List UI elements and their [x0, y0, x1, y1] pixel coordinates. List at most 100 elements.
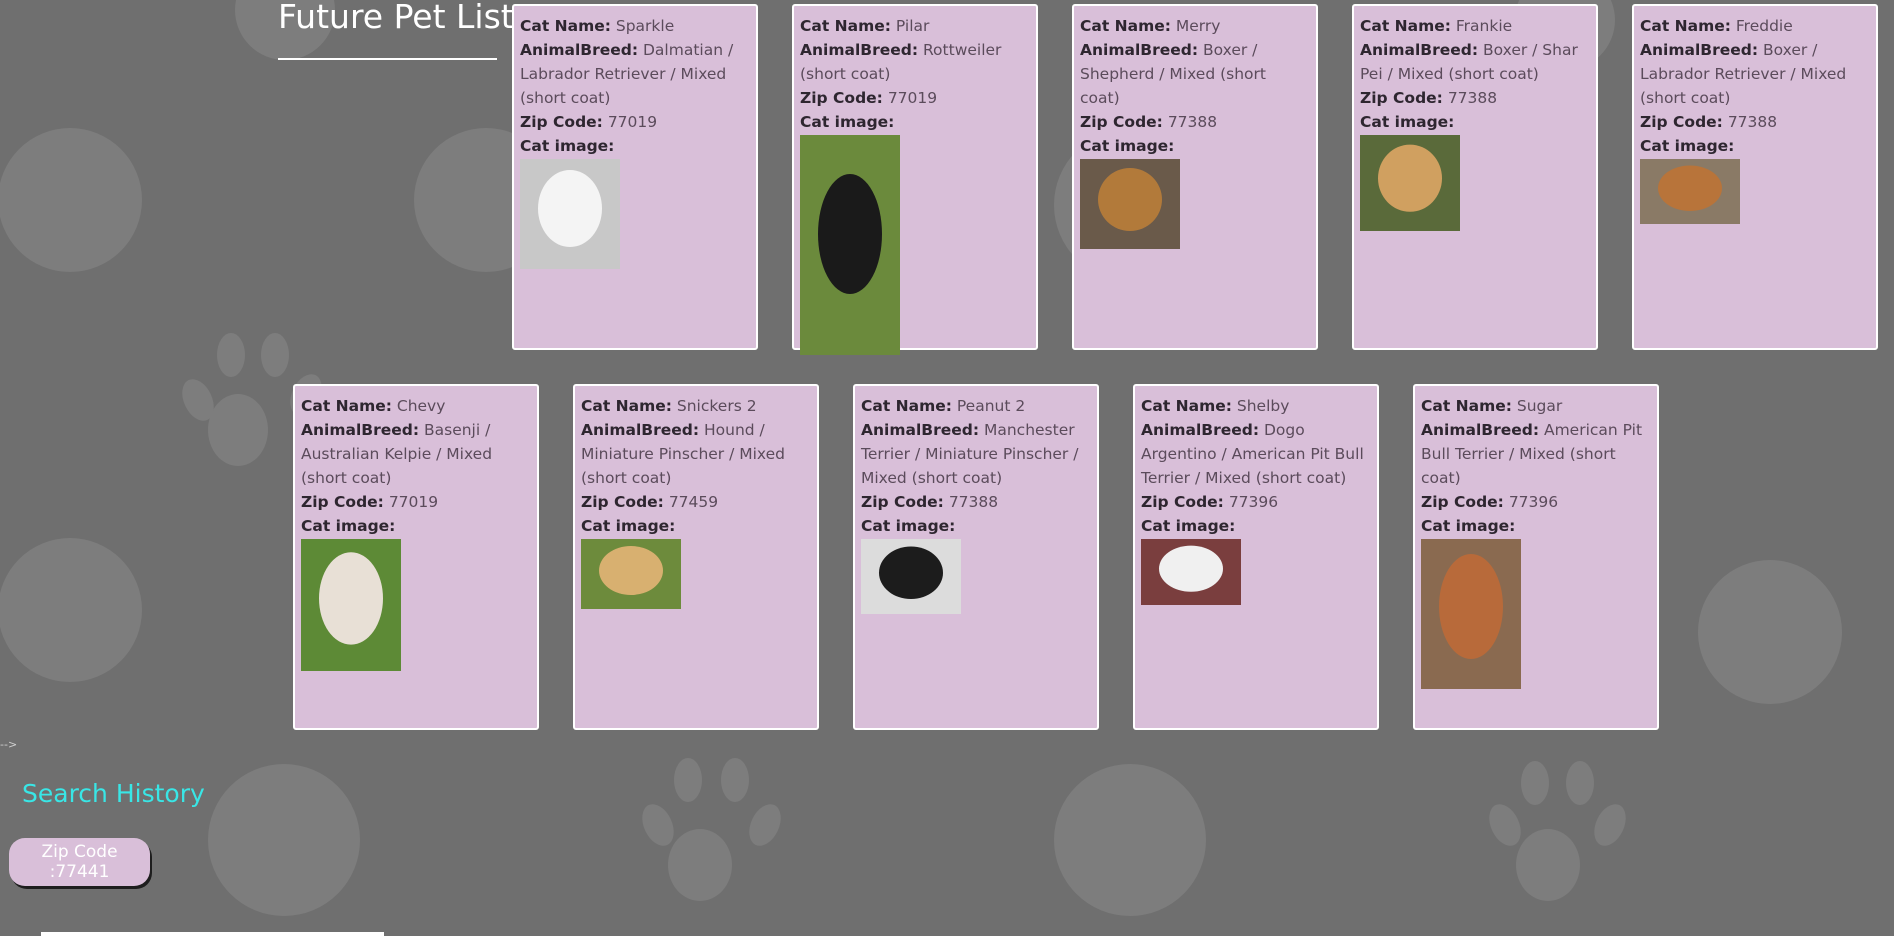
pet-zip-value: 77396	[1228, 493, 1279, 511]
pet-zip-value: 77396	[1508, 493, 1559, 511]
pet-image-row: Cat image:	[1640, 134, 1870, 158]
pet-name-value: Pilar	[895, 17, 930, 35]
pet-name: Cat Name: Sugar	[1421, 394, 1651, 418]
pet-name: Cat Name: Peanut 2	[861, 394, 1091, 418]
page-title: Future Pet List	[278, 0, 514, 60]
pet-name-label: Cat Name:	[520, 17, 611, 35]
pet-card: Cat Name: Merry AnimalBreed: Boxer / Shep…	[1072, 4, 1318, 350]
pet-name-label: Cat Name:	[1640, 17, 1731, 35]
pet-breed-label: AnimalBreed:	[301, 421, 420, 439]
pet-image-row: Cat image:	[800, 110, 1030, 134]
pet-zip-value: 77388	[1727, 113, 1778, 131]
pet-card: Cat Name: Freddie AnimalBreed: Boxer / La…	[1632, 4, 1878, 350]
pet-card: Cat Name: Chevy AnimalBreed: Basenji / Au…	[293, 384, 539, 730]
pet-zip-value: 77459	[668, 493, 719, 511]
pet-zip-value: 77388	[948, 493, 999, 511]
pet-photo	[1141, 539, 1241, 605]
pet-zip-label: Zip Code:	[581, 493, 664, 511]
pet-breed-label: AnimalBreed:	[1141, 421, 1260, 439]
pet-zip: Zip Code: 77388	[1640, 110, 1870, 134]
pet-name-value: Sugar	[1516, 397, 1563, 415]
pet-zip: Zip Code: 77388	[1080, 110, 1310, 134]
pet-breed: AnimalBreed: American Pit Bull Terrier /…	[1421, 418, 1651, 490]
pet-name-value: Shelby	[1236, 397, 1290, 415]
pet-image-row: Cat image:	[1080, 134, 1310, 158]
pet-image-row: Cat image:	[1141, 514, 1371, 538]
pet-breed-label: AnimalBreed:	[1421, 421, 1540, 439]
pet-name: Cat Name: Freddie	[1640, 14, 1870, 38]
pet-breed: AnimalBreed: Boxer / Shepherd / Mixed (s…	[1080, 38, 1310, 110]
pet-name-label: Cat Name:	[1080, 17, 1171, 35]
pet-breed-label: AnimalBreed:	[800, 41, 919, 59]
pet-card: Cat Name: Peanut 2 AnimalBreed: Mancheste…	[853, 384, 1099, 730]
pet-breed-label: AnimalBreed:	[861, 421, 980, 439]
pet-zip: Zip Code: 77388	[1360, 86, 1590, 110]
pet-card: Cat Name: Frankie AnimalBreed: Boxer / Sh…	[1352, 4, 1598, 350]
pet-image-row-label: Cat image:	[1640, 137, 1735, 155]
pet-image-row: Cat image:	[301, 514, 531, 538]
search-history-item-button[interactable]: Zip Code :77441	[9, 838, 150, 886]
pet-zip-value: 77388	[1447, 89, 1498, 107]
pet-photo	[301, 539, 401, 671]
pet-photo	[800, 135, 900, 355]
pet-name-label: Cat Name:	[581, 397, 672, 415]
pet-name: Cat Name: Shelby	[1141, 394, 1371, 418]
pet-card: Cat Name: Snickers 2 AnimalBreed: Hound /…	[573, 384, 819, 730]
pet-image-row-label: Cat image:	[1141, 517, 1236, 535]
pet-zip: Zip Code: 77388	[861, 490, 1091, 514]
pet-breed-label: AnimalBreed:	[520, 41, 639, 59]
pet-image-row-label: Cat image:	[1421, 517, 1516, 535]
pet-zip: Zip Code: 77019	[800, 86, 1030, 110]
pet-zip-label: Zip Code:	[1421, 493, 1504, 511]
pet-card: Cat Name: Sugar AnimalBreed: American Pit…	[1413, 384, 1659, 730]
pet-photo	[1421, 539, 1521, 689]
pet-zip-value: 77019	[607, 113, 658, 131]
pet-zip: Zip Code: 77019	[301, 490, 531, 514]
pet-photo	[520, 159, 620, 269]
pet-name-value: Snickers 2	[676, 397, 757, 415]
pet-name-value: Sparkle	[615, 17, 675, 35]
pet-image-row-label: Cat image:	[861, 517, 956, 535]
pet-zip-label: Zip Code:	[1640, 113, 1723, 131]
pet-zip: Zip Code: 77019	[520, 110, 750, 134]
pet-name: Cat Name: Pilar	[800, 14, 1030, 38]
pet-name: Cat Name: Frankie	[1360, 14, 1590, 38]
pet-zip-label: Zip Code:	[1141, 493, 1224, 511]
pet-breed-label: AnimalBreed:	[1640, 41, 1759, 59]
pet-breed: AnimalBreed: Dalmatian / Labrador Retrie…	[520, 38, 750, 110]
pet-breed: AnimalBreed: Dogo Argentino / American P…	[1141, 418, 1371, 490]
pet-photo	[861, 539, 961, 614]
pet-image-row-label: Cat image:	[800, 113, 895, 131]
pet-zip-value: 77019	[388, 493, 439, 511]
pet-image-row: Cat image:	[1421, 514, 1651, 538]
pet-name: Cat Name: Chevy	[301, 394, 531, 418]
pet-image-row: Cat image:	[581, 514, 811, 538]
pet-name-value: Freddie	[1735, 17, 1793, 35]
pet-name-value: Peanut 2	[956, 397, 1026, 415]
pet-image-row-label: Cat image:	[1080, 137, 1175, 155]
pet-card: Cat Name: Sparkle AnimalBreed: Dalmatian …	[512, 4, 758, 350]
scroll-indicator	[41, 932, 384, 936]
pet-image-row-label: Cat image:	[581, 517, 676, 535]
pet-name-label: Cat Name:	[1421, 397, 1512, 415]
pet-image-row: Cat image:	[861, 514, 1091, 538]
pet-zip-label: Zip Code:	[520, 113, 603, 131]
pet-photo	[1360, 135, 1460, 231]
search-history-title: Search History	[22, 779, 205, 808]
pet-card: Cat Name: Shelby AnimalBreed: Dogo Argent…	[1133, 384, 1379, 730]
pet-photo	[1080, 159, 1180, 249]
pet-breed: AnimalBreed: Hound / Miniature Pinscher …	[581, 418, 811, 490]
pet-name-label: Cat Name:	[1141, 397, 1232, 415]
pet-image-row-label: Cat image:	[301, 517, 396, 535]
pet-name-value: Merry	[1175, 17, 1221, 35]
pet-name: Cat Name: Merry	[1080, 14, 1310, 38]
pet-breed: AnimalBreed: Boxer / Labrador Retriever …	[1640, 38, 1870, 110]
pet-name-label: Cat Name:	[1360, 17, 1451, 35]
pet-name-value: Chevy	[396, 397, 446, 415]
pet-zip-value: 77019	[887, 89, 938, 107]
pet-image-row-label: Cat image:	[520, 137, 615, 155]
pet-zip: Zip Code: 77396	[1421, 490, 1651, 514]
pet-breed: AnimalBreed: Boxer / Shar Pei / Mixed (s…	[1360, 38, 1590, 86]
pet-image-row: Cat image:	[520, 134, 750, 158]
pet-photo	[581, 539, 681, 609]
